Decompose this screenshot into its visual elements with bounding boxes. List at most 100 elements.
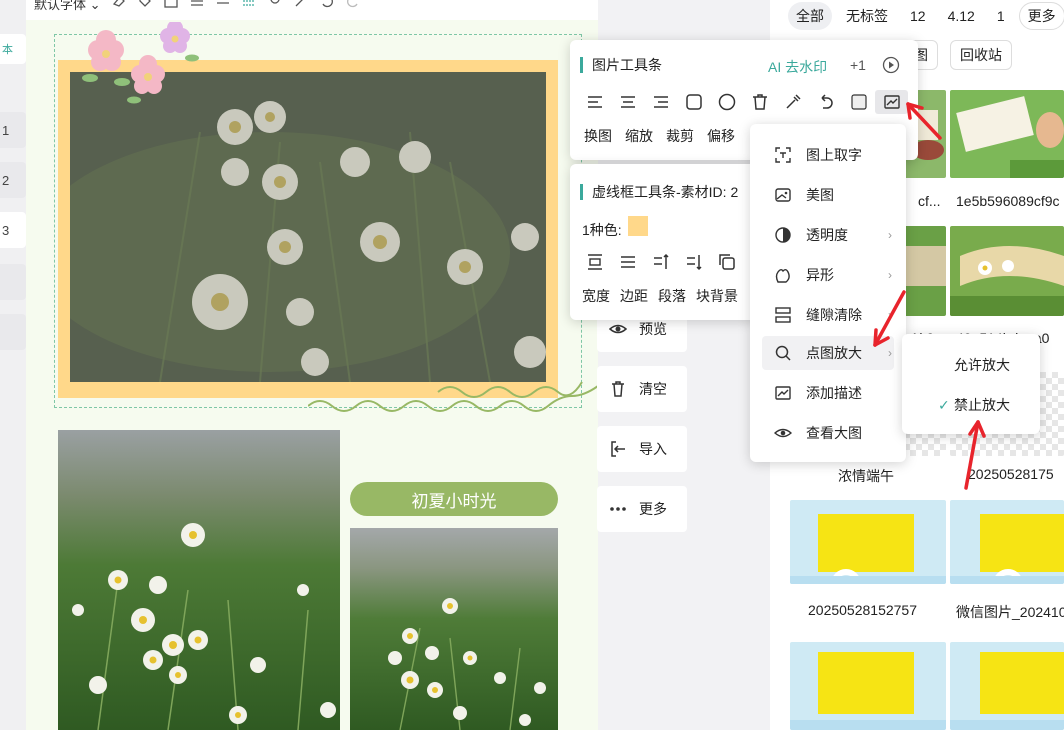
frame-color-swatch[interactable] bbox=[628, 216, 648, 236]
menu-opacity[interactable]: 透明度 › bbox=[762, 218, 894, 252]
plus-one-badge[interactable]: +1 bbox=[850, 57, 866, 73]
image-caption-icon bbox=[774, 384, 792, 402]
flower-decoration-icon bbox=[80, 22, 200, 106]
chevron-right-icon: › bbox=[888, 346, 892, 360]
scale-button[interactable]: 缩放 bbox=[625, 126, 653, 146]
thumb-yellow-3[interactable] bbox=[790, 642, 946, 730]
align-center-icon[interactable] bbox=[611, 90, 644, 114]
chevron-right-icon: › bbox=[888, 308, 892, 322]
left-tab-1[interactable]: 1 bbox=[0, 112, 26, 148]
undo-icon[interactable] bbox=[319, 0, 335, 8]
paragraph-icon[interactable] bbox=[644, 250, 677, 274]
menu-shape[interactable]: 异形 › bbox=[762, 258, 894, 292]
menu-beautify[interactable]: 美图 bbox=[762, 178, 894, 212]
allow-zoom-option[interactable]: 允许放大 bbox=[912, 348, 1032, 382]
disable-zoom-option[interactable]: ✓ 禁止放大 bbox=[912, 388, 1032, 422]
paragraph-button[interactable]: 段落 bbox=[658, 286, 686, 306]
rounded-square-icon[interactable] bbox=[677, 90, 710, 114]
pen-icon[interactable] bbox=[293, 0, 309, 8]
filter-untagged[interactable]: 无标签 bbox=[838, 2, 896, 30]
image-icon[interactable] bbox=[163, 0, 179, 8]
left-tab-0-label: 本 bbox=[2, 41, 13, 57]
left-tab-3[interactable]: 3 bbox=[0, 212, 26, 248]
crop-button[interactable]: 裁剪 bbox=[666, 126, 694, 146]
align-icon[interactable] bbox=[189, 0, 205, 8]
width-button[interactable]: 宽度 bbox=[582, 286, 610, 306]
image-toolbar-labels: 换图 缩放 裁剪 偏移 bbox=[584, 126, 735, 146]
clear-button[interactable]: 清空 bbox=[597, 366, 687, 412]
import-button[interactable]: 导入 bbox=[597, 426, 687, 472]
caption-pill[interactable]: 初夏小时光 bbox=[350, 482, 558, 516]
font-select[interactable]: 默认字体 ⌄ bbox=[34, 0, 101, 13]
ai-watermark-button[interactable]: AI 去水印 bbox=[768, 57, 827, 77]
width-icon[interactable] bbox=[578, 250, 611, 274]
scan-text-icon bbox=[774, 146, 792, 164]
replace-image-button[interactable]: 换图 bbox=[584, 126, 612, 146]
block-spacing-icon[interactable] bbox=[677, 250, 710, 274]
left-tab-0[interactable]: 本 bbox=[0, 34, 26, 64]
circle-icon[interactable] bbox=[710, 90, 743, 114]
thumb-yellow-2[interactable] bbox=[950, 500, 1064, 584]
menu-shape-label: 异形 bbox=[806, 265, 834, 285]
editor-toolbar: 默认字体 ⌄ bbox=[26, 0, 598, 20]
square-outline-icon[interactable] bbox=[842, 90, 875, 114]
left-tab-2[interactable]: 2 bbox=[0, 162, 26, 198]
left-tab-5[interactable] bbox=[0, 314, 26, 350]
redo-icon[interactable] bbox=[345, 0, 361, 8]
copy-icon[interactable] bbox=[710, 250, 743, 274]
offset-button[interactable]: 偏移 bbox=[707, 126, 735, 146]
filter-more[interactable]: 更多 bbox=[1019, 2, 1064, 30]
menu-gap-clear[interactable]: 缝隙清除 › bbox=[762, 298, 894, 332]
opacity-icon bbox=[774, 226, 792, 244]
menu-click-zoom[interactable]: 点图放大 › bbox=[762, 336, 894, 370]
filter-12[interactable]: 12 bbox=[902, 2, 934, 30]
play-icon[interactable] bbox=[882, 56, 900, 74]
framed-photo[interactable] bbox=[58, 60, 558, 398]
menu-add-description[interactable]: 添加描述 bbox=[762, 376, 894, 410]
align-left-icon[interactable] bbox=[578, 90, 611, 114]
allow-zoom-label: 允许放大 bbox=[954, 355, 1010, 375]
thumb-book-2[interactable] bbox=[950, 226, 1064, 316]
align-right-icon[interactable] bbox=[644, 90, 677, 114]
eyedropper-icon[interactable] bbox=[776, 90, 809, 114]
tag-icon[interactable] bbox=[137, 0, 153, 8]
list-icon[interactable] bbox=[241, 0, 257, 8]
margin-icon[interactable] bbox=[611, 250, 644, 274]
line-spacing-icon[interactable] bbox=[215, 0, 231, 8]
image-toolbar-title: 图片工具条 bbox=[580, 57, 662, 73]
recycle-bin-button[interactable]: 回收站 bbox=[950, 40, 1012, 70]
filter-4-12[interactable]: 4.12 bbox=[940, 2, 983, 30]
frame-toolbar-popup: 虚线框工具条-素材ID: 2 1种色: 宽度 边距 段落 块背景 bbox=[570, 164, 756, 320]
menu-ocr[interactable]: 图上取字 bbox=[762, 138, 894, 172]
thumb-yellow-1[interactable] bbox=[790, 500, 946, 584]
more-actions-button[interactable]: 更多 bbox=[597, 486, 687, 532]
thumb-yellow-4[interactable] bbox=[950, 642, 1064, 730]
chevron-right-icon: › bbox=[888, 228, 892, 242]
image-icon bbox=[774, 186, 792, 204]
color-count-label: 1种色: bbox=[582, 220, 622, 240]
more-icon[interactable] bbox=[385, 0, 401, 8]
thumb-reading-2[interactable] bbox=[950, 90, 1064, 178]
zoom-submenu: 允许放大 ✓ 禁止放大 bbox=[902, 334, 1040, 434]
filter-1[interactable]: 1 bbox=[989, 2, 1013, 30]
left-tab-4[interactable] bbox=[0, 264, 26, 300]
menu-view-large[interactable]: 查看大图 bbox=[762, 416, 894, 450]
reset-icon[interactable] bbox=[809, 90, 842, 114]
daisy-photo-small[interactable] bbox=[350, 528, 558, 730]
margin-button[interactable]: 边距 bbox=[620, 286, 648, 306]
thumb-label-0: cf... bbox=[918, 193, 941, 209]
picture-settings-icon[interactable] bbox=[875, 90, 908, 114]
delete-icon[interactable] bbox=[743, 90, 776, 114]
thumb-label-1: 1e5b596089cf9c bbox=[956, 193, 1060, 209]
daisy-photo-large[interactable] bbox=[58, 430, 340, 730]
editor-canvas: 初夏小时光 bbox=[26, 20, 598, 730]
frame-toolbar-labels: 宽度 边距 段落 块背景 bbox=[582, 286, 738, 306]
daisy-photo-dimmed bbox=[70, 72, 546, 382]
image-context-menu: 图上取字 美图 透明度 › 异形 › 缝隙清除 › 点图放大 › 添加描述 查看… bbox=[750, 124, 906, 462]
eraser-icon[interactable] bbox=[111, 0, 127, 8]
thumb-label-6: 20250528152757 bbox=[808, 602, 917, 618]
eye-icon bbox=[774, 424, 792, 442]
block-background-button[interactable]: 块背景 bbox=[696, 286, 738, 306]
filter-all[interactable]: 全部 bbox=[788, 2, 832, 30]
bulb-icon[interactable] bbox=[267, 0, 283, 8]
